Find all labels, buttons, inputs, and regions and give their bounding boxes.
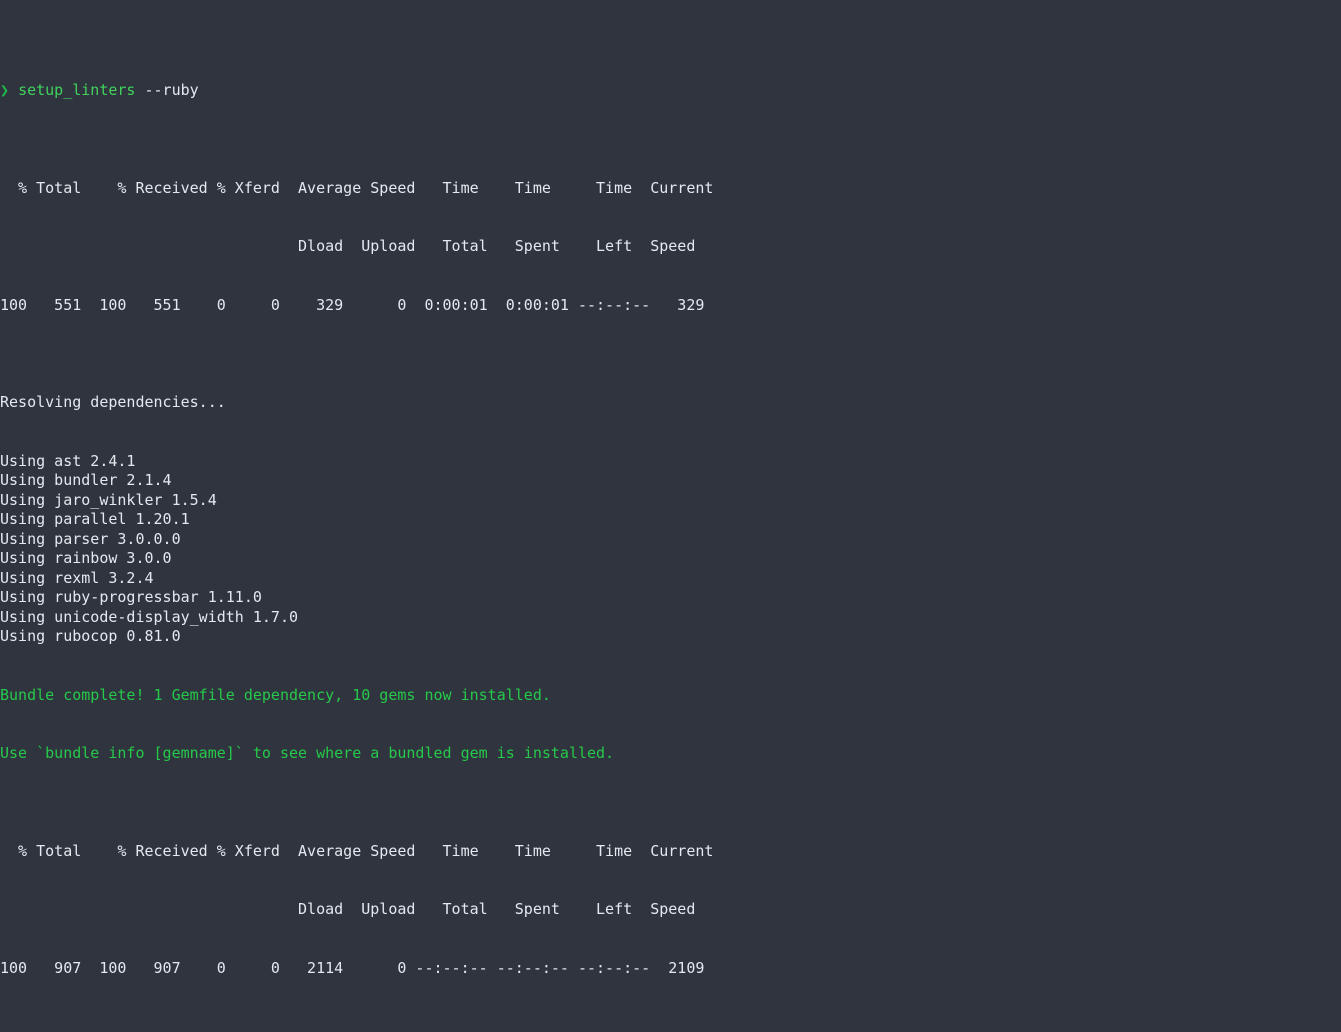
gem-line: Using parser 3.0.0.0	[0, 529, 181, 548]
curl-data-row-1: 100 551 100 551 0 0 329 0 0:00:01 0:00:0…	[0, 295, 705, 314]
curl-header-row-1: % Total % Received % Xferd Average Speed…	[0, 178, 714, 197]
gem-line: Using jaro_winkler 1.5.4	[0, 490, 217, 509]
curl-header-row-3: % Total % Received % Xferd Average Speed…	[0, 841, 714, 860]
gem-line: Using rainbow 3.0.0	[0, 549, 172, 567]
gem-line: Using rubocop 0.81.0	[0, 627, 181, 645]
curl-header-row-2: Dload Upload Total Spent Left Speed	[0, 237, 696, 255]
gem-line: Using unicode-display_width 1.7.0	[0, 607, 299, 626]
curl-header-row-4: Dload Upload Total Spent Left Speed	[0, 900, 696, 918]
prompt-icon: ❯	[0, 81, 10, 99]
terminal-screen[interactable]: ❯ setup_linters --ruby % Total % Receive…	[0, 0, 1341, 1032]
command-args: --ruby	[144, 81, 199, 99]
command-line-1: ❯ setup_linters --ruby	[0, 81, 1341, 101]
gem-list: Using ast 2.4.1 Using bundler 2.1.4 Using …	[0, 452, 1341, 647]
gem-line: Using ast 2.4.1	[0, 451, 136, 470]
curl-data-row-2: 100 907 100 907 0 0 2114 0 --:--:-- --:-…	[0, 958, 705, 977]
bundle-info-hint-text: Use `bundle info [gemname]` to see where…	[0, 744, 615, 762]
resolving-dependencies-text: Resolving dependencies...	[0, 393, 226, 411]
command-name: setup_linters	[18, 81, 136, 99]
gem-line: Using bundler 2.1.4	[0, 471, 172, 489]
bundle-complete-text: Bundle complete! 1 Gemfile dependency, 1…	[0, 685, 551, 704]
gem-line: Using rexml 3.2.4	[0, 568, 154, 587]
gem-line: Using parallel 1.20.1	[0, 510, 190, 528]
gem-line: Using ruby-progressbar 1.11.0	[0, 588, 262, 606]
